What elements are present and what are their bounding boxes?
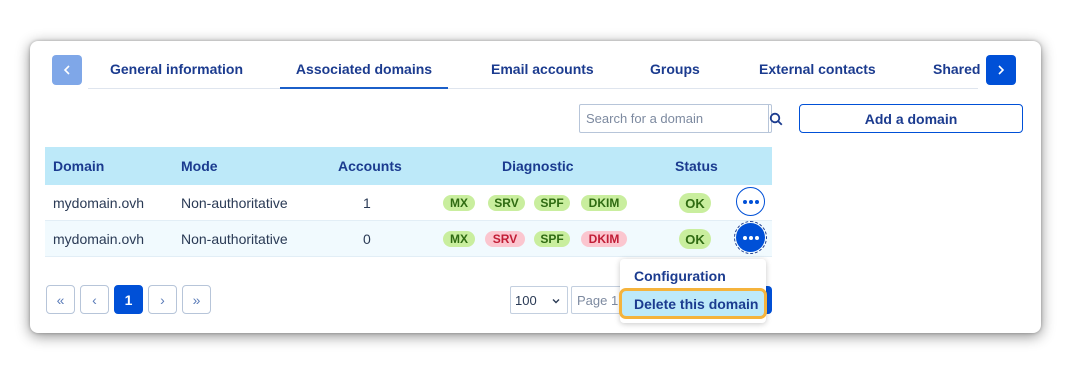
diagnostic-srv-badge[interactable]: SRV [488, 195, 525, 211]
tab-email-accounts[interactable]: Email accounts [491, 61, 594, 89]
column-header-accounts: Accounts [338, 158, 402, 174]
column-header-mode: Mode [181, 158, 218, 174]
first-page-button[interactable]: « [46, 285, 75, 314]
table-header: Domain Mode Accounts Diagnostic Status [45, 147, 772, 185]
ellipsis-icon [742, 199, 759, 204]
search-icon [769, 112, 783, 125]
accounts-cell: 0 [363, 231, 371, 247]
chevron-left-icon [63, 65, 70, 75]
column-header-domain: Domain [53, 158, 105, 174]
diagnostic-srv-badge[interactable]: SRV [485, 231, 525, 247]
tab-associated-domains[interactable]: Associated domains [280, 61, 448, 89]
diagnostic-dkim-badge[interactable]: DKIM [581, 231, 627, 247]
menu-item-configuration[interactable]: Configuration [620, 262, 766, 290]
table-row: mydomain.ovh Non-authoritative 1 MX SRV … [45, 185, 772, 221]
page-1-button[interactable]: 1 [114, 285, 143, 314]
ellipsis-icon [742, 235, 759, 240]
menu-item-delete-domain[interactable]: Delete this domain [619, 288, 767, 319]
mode-cell: Non-authoritative [181, 195, 288, 211]
status-badge: OK [679, 193, 711, 213]
search-input[interactable] [580, 105, 768, 132]
diagnostic-mx-badge[interactable]: MX [443, 231, 475, 247]
tab-scroll-next-button[interactable] [986, 55, 1016, 85]
main-card: General information Associated domains E… [30, 41, 1041, 333]
tab-shared[interactable]: Shared [933, 61, 980, 89]
search-button[interactable] [768, 105, 783, 132]
diagnostic-spf-badge[interactable]: SPF [534, 231, 570, 247]
diagnostic-dkim-badge[interactable]: DKIM [581, 195, 627, 211]
row-actions-menu: Configuration Delete this domain [619, 259, 767, 323]
chevron-down-icon [552, 299, 560, 304]
domain-cell: mydomain.ovh [53, 195, 145, 211]
domain-cell: mydomain.ovh [53, 231, 145, 247]
tab-groups[interactable]: Groups [650, 61, 700, 89]
mode-cell: Non-authoritative [181, 231, 288, 247]
status-badge: OK [679, 229, 711, 249]
accounts-cell: 1 [363, 195, 371, 211]
chevron-right-icon [998, 65, 1005, 75]
row-actions-button-active[interactable] [734, 221, 767, 254]
diagnostic-mx-badge[interactable]: MX [443, 195, 475, 211]
add-domain-button[interactable]: Add a domain [799, 104, 1023, 133]
row-actions-button[interactable] [736, 187, 765, 216]
tab-scroll-prev-button[interactable] [52, 55, 82, 85]
per-page-value: 100 [515, 292, 537, 308]
tab-general-information[interactable]: General information [110, 61, 243, 89]
diagnostic-spf-badge[interactable]: SPF [534, 195, 570, 211]
last-page-button[interactable]: » [182, 285, 211, 314]
domain-search [579, 104, 783, 133]
column-header-status: Status [675, 158, 718, 174]
prev-page-button[interactable]: ‹ [80, 285, 109, 314]
tab-external-contacts[interactable]: External contacts [759, 61, 876, 89]
column-header-diagnostic: Diagnostic [502, 158, 574, 174]
per-page-select[interactable]: 100 [510, 286, 568, 314]
table-row: mydomain.ovh Non-authoritative 0 MX SRV … [45, 221, 772, 257]
next-page-button[interactable]: › [148, 285, 177, 314]
